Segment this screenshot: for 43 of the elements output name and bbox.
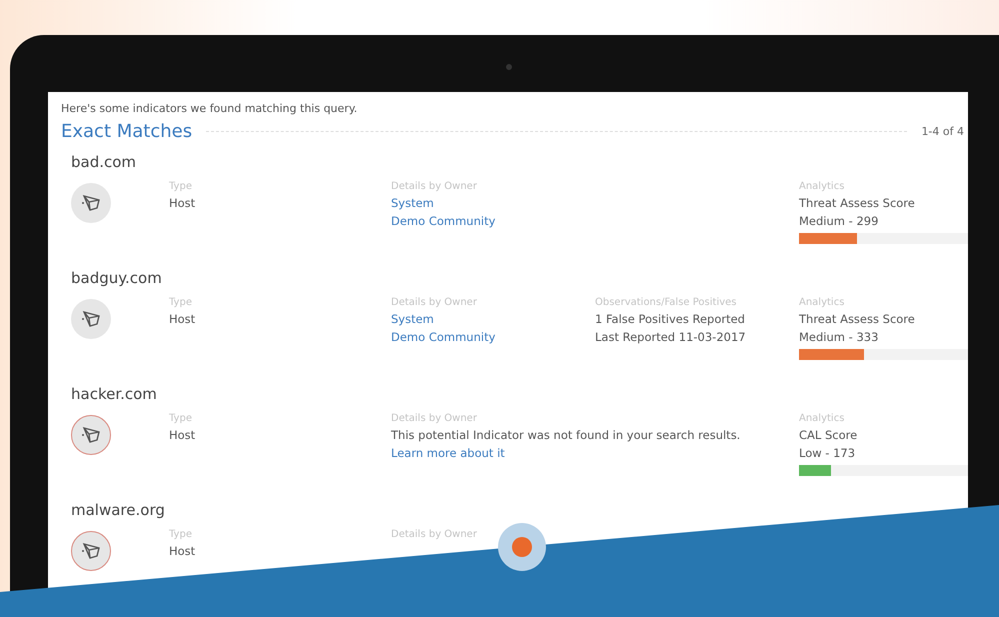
type-value: Host xyxy=(169,428,196,442)
observation-text: 1 False Positives Reported xyxy=(595,312,746,326)
owner-link[interactable]: Demo Community xyxy=(391,214,595,228)
details-label: Details by Owner xyxy=(391,297,478,308)
observations-label: Observations/False Positives xyxy=(595,297,738,308)
owner-link[interactable]: Demo Community xyxy=(391,330,595,344)
type-label: Type xyxy=(169,181,193,192)
analytics-label: Analytics xyxy=(799,413,846,424)
score-name: CAL Score xyxy=(799,428,858,442)
details-label: Details by Owner xyxy=(391,529,478,540)
score-value: Medium - 333 xyxy=(799,330,880,344)
score-value: Low - 173 xyxy=(799,446,856,460)
owner-link[interactable]: System xyxy=(391,196,595,210)
type-value: Host xyxy=(169,544,196,558)
analytics-label: Analytics xyxy=(799,181,846,192)
host-icon xyxy=(80,425,102,445)
details-message: This potential Indicator was not found in your search results. xyxy=(391,428,742,442)
type-value: Host xyxy=(169,196,196,210)
learn-more-link[interactable]: Learn more about it xyxy=(391,446,799,460)
type-label: Type xyxy=(169,297,193,308)
indicator-name[interactable]: malware.org xyxy=(71,501,165,519)
score-name: Threat Assess Score xyxy=(799,196,916,210)
details-label: Details by Owner xyxy=(391,181,478,192)
type-value: Host xyxy=(169,312,196,326)
intro-text: Here's some indicators we found matching this query. xyxy=(61,102,358,115)
owner-link[interactable]: System xyxy=(391,312,595,326)
marker-dot xyxy=(498,523,546,571)
result-count: 1-4 of 4 xyxy=(921,125,965,138)
indicator-name[interactable]: badguy.com xyxy=(71,269,162,287)
observation-text: Last Reported 11-03-2017 xyxy=(595,330,747,344)
score-name: Threat Assess Score xyxy=(799,312,916,326)
type-label: Type xyxy=(169,413,193,424)
section-title: Exact Matches xyxy=(61,121,192,142)
indicator-name[interactable]: bad.com xyxy=(71,153,136,171)
host-icon xyxy=(80,193,102,213)
score-value: Medium - 299 xyxy=(799,214,880,228)
details-label: Details by Owner xyxy=(391,413,478,424)
camera-dot xyxy=(506,64,512,70)
host-icon xyxy=(80,541,102,561)
type-label: Type xyxy=(169,529,193,540)
analytics-label: Analytics xyxy=(799,297,846,308)
indicator-name[interactable]: hacker.com xyxy=(71,385,157,403)
host-icon xyxy=(80,309,102,329)
